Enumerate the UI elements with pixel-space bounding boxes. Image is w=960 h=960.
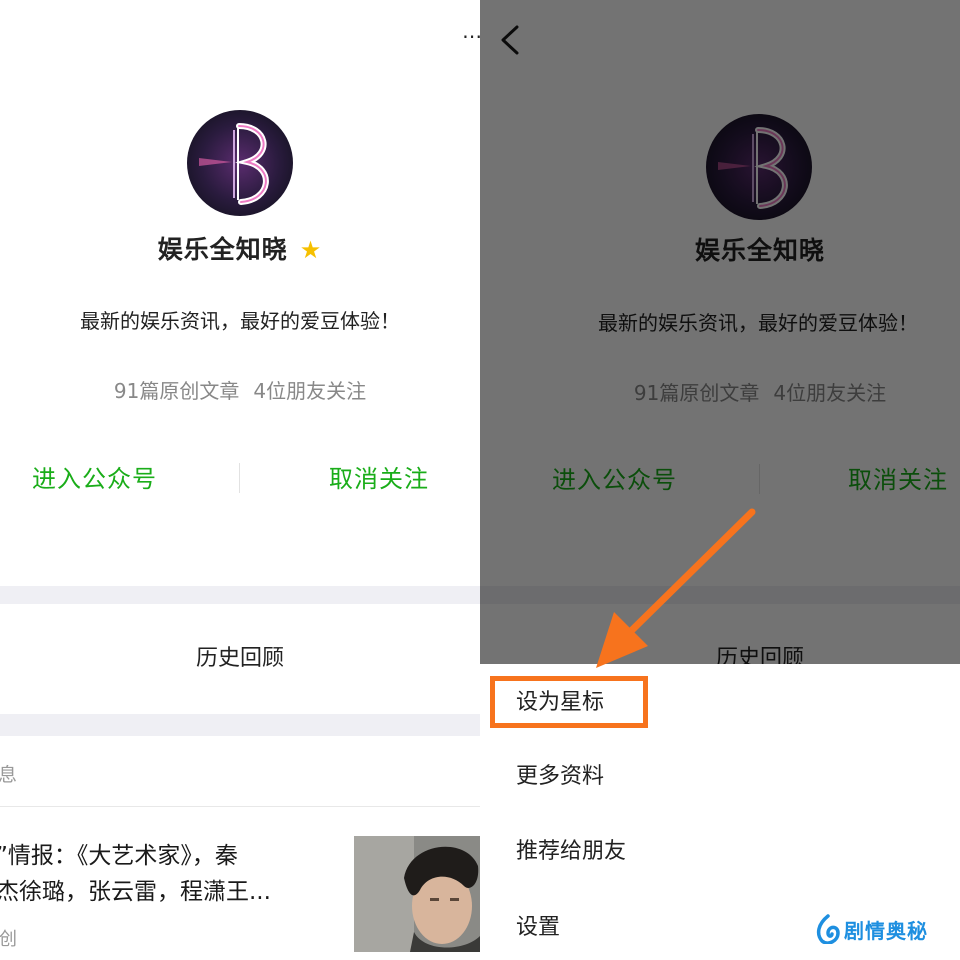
more-dots-icon[interactable]: ⋯ — [462, 24, 480, 48]
article-item[interactable]: 星”情报：《大艺术家》，秦 俊杰徐璐，张云雷，程潇王... — [0, 838, 338, 910]
history-button[interactable]: 历史回顾 — [0, 604, 480, 714]
article-thumbnail[interactable] — [354, 836, 480, 952]
unfollow-button[interactable]: 取消关注 — [329, 460, 429, 498]
avatar-logo — [187, 110, 293, 216]
menu-item-more-info[interactable]: 更多资料 — [516, 757, 604, 797]
articles-count: 91篇原创文章 — [113, 379, 240, 403]
star-icon: ★ — [299, 236, 323, 264]
section-separator — [0, 586, 480, 604]
account-name: 娱乐全知晓 ★ — [0, 230, 480, 270]
section-separator — [0, 714, 480, 736]
account-name-text: 娱乐全知晓 — [157, 235, 288, 264]
messages-header: 消息 — [0, 760, 17, 787]
article-title-line1: 星”情报：《大艺术家》，秦 — [0, 843, 238, 869]
divider — [0, 806, 480, 807]
highlight-box — [490, 676, 648, 728]
watermark-logo-icon — [816, 914, 840, 944]
article-tag-text: 原创 — [0, 929, 17, 950]
account-stats: 91篇原创文章 4位朋友关注 — [0, 373, 480, 409]
left-screenshot-pane: ⋯ 娱乐全知晓 ★ 最新的娱乐资讯，最好的爱豆体验！ 91篇原创文章 4位朋友关注 … — [0, 0, 480, 960]
account-avatar — [187, 110, 293, 216]
menu-item-settings[interactable]: 设置 — [516, 908, 560, 948]
dim-overlay[interactable] — [480, 0, 960, 664]
article-original-tag: 原创 — [0, 925, 17, 951]
account-intro: 最新的娱乐资讯，最好的爱豆体验！ — [80, 309, 400, 333]
watermark-text: 剧情奥秘 — [844, 918, 928, 943]
menu-item-recommend[interactable]: 推荐给朋友 — [516, 832, 626, 872]
right-screenshot-pane: 娱乐全知晓 最新的娱乐资讯，最好的爱豆体验！ 91篇原创文章4位朋友关注 进入公… — [480, 0, 960, 960]
enter-account-button[interactable]: 进入公众号 — [32, 460, 157, 498]
friends-following: 4位朋友关注 — [253, 379, 367, 403]
messages-header-text: 消息 — [0, 764, 18, 786]
watermark: 剧情奥秘 — [814, 912, 928, 946]
action-divider — [239, 463, 240, 493]
article-title-line2: 俊杰徐璐，张云雷，程潇王... — [0, 879, 271, 905]
